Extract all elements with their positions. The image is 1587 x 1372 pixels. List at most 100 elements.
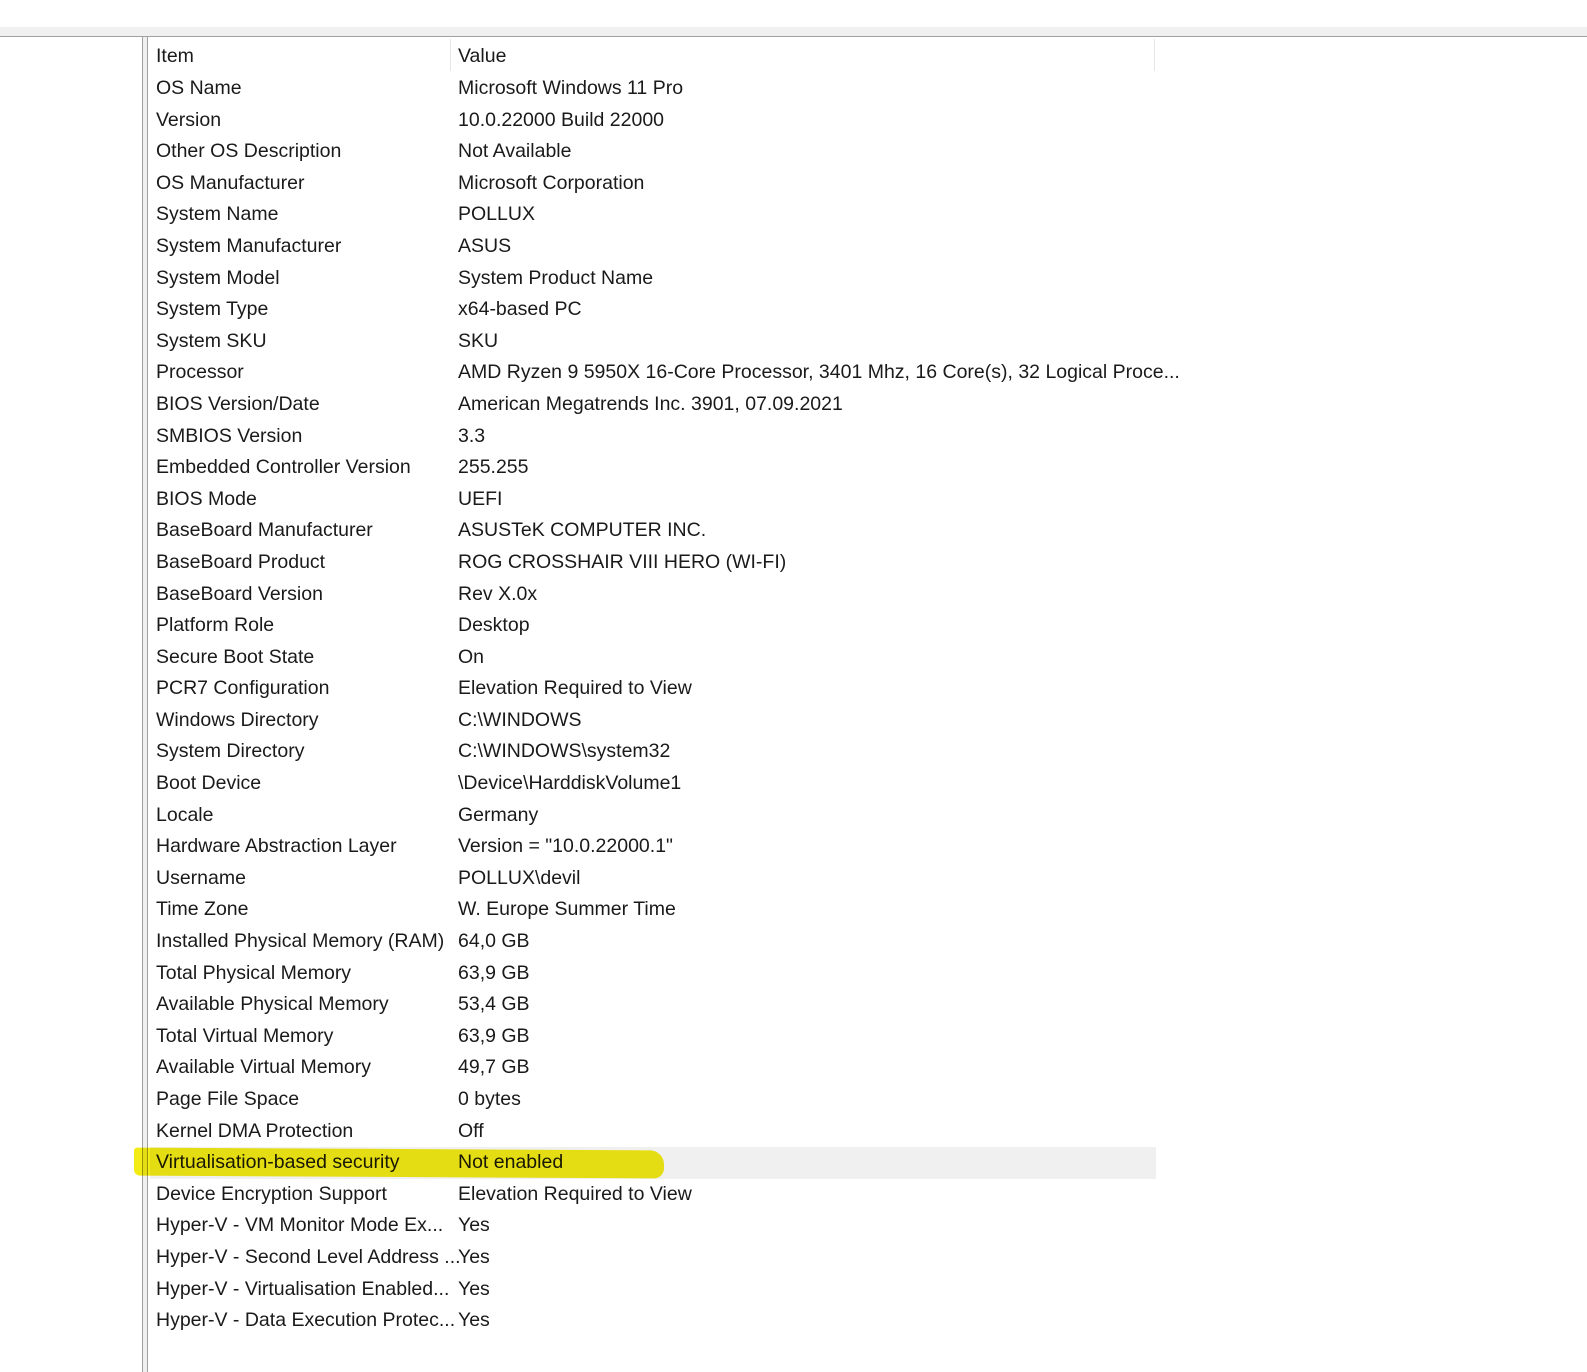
- row-item: System Directory: [156, 740, 305, 763]
- window-top: [0, 0, 1587, 27]
- row-item: Available Virtual Memory: [156, 1056, 371, 1079]
- table-row[interactable]: Windows Directory C:\WINDOWS: [150, 705, 1156, 737]
- table-row[interactable]: BaseBoard Manufacturer ASUSTeK COMPUTER I…: [150, 515, 1156, 547]
- table-row[interactable]: Available Physical Memory 53,4 GB: [150, 989, 1156, 1021]
- row-item: Installed Physical Memory (RAM): [156, 930, 445, 953]
- row-item: Hyper-V - Data Execution Protec...: [156, 1309, 456, 1332]
- row-item: Time Zone: [156, 898, 249, 921]
- row-value: W. Europe Summer Time: [458, 898, 676, 921]
- row-value: Yes: [458, 1245, 490, 1268]
- table-row[interactable]: Locale Germany: [150, 800, 1156, 832]
- table-row[interactable]: OS Manufacturer Microsoft Corporation: [150, 168, 1156, 200]
- table-row[interactable]: BaseBoard Product ROG CROSSHAIR VIII HERO…: [150, 547, 1156, 579]
- row-value: 255.255: [458, 456, 529, 479]
- row-value: Rev X.0x: [458, 582, 538, 605]
- table-row[interactable]: Boot Device \Device\HarddiskVolume1: [150, 768, 1156, 800]
- category-tree-pane[interactable]: [0, 37, 142, 1372]
- row-item: Processor: [156, 361, 244, 384]
- table-row[interactable]: Installed Physical Memory (RAM) 64,0 GB: [150, 926, 1156, 958]
- row-value: \Device\HarddiskVolume1: [458, 772, 682, 795]
- row-value: Yes: [458, 1309, 490, 1332]
- row-value: ASUSTeK COMPUTER INC.: [458, 519, 707, 542]
- table-row[interactable]: Page File Space 0 bytes: [150, 1084, 1156, 1116]
- row-item: Version: [156, 108, 222, 131]
- row-value: Germany: [458, 803, 539, 826]
- toolbar-strip: [0, 27, 1587, 37]
- table-row[interactable]: System SKU SKU: [150, 326, 1156, 358]
- row-item: BaseBoard Product: [156, 550, 326, 573]
- row-item: BaseBoard Version: [156, 582, 323, 605]
- table-row[interactable]: Hyper-V - Virtualisation Enabled... Yes: [150, 1274, 1156, 1306]
- table-row[interactable]: BIOS Mode UEFI: [150, 484, 1156, 516]
- row-item: Total Virtual Memory: [156, 1024, 334, 1047]
- row-item: Platform Role: [156, 614, 275, 637]
- table-row[interactable]: BaseBoard Version Rev X.0x: [150, 579, 1156, 611]
- row-value: Microsoft Windows 11 Pro: [458, 77, 684, 99]
- table-row[interactable]: System Name POLLUX: [150, 199, 1156, 231]
- table-row[interactable]: SMBIOS Version 3.3: [150, 421, 1156, 453]
- row-item: PCR7 Configuration: [156, 677, 330, 700]
- table-row[interactable]: OS Name Microsoft Windows 11 Pro: [150, 73, 1156, 105]
- row-item: System Type: [156, 298, 269, 321]
- row-value: 63,9 GB: [458, 1024, 530, 1047]
- row-value: 3.3: [458, 424, 486, 447]
- row-value: 53,4 GB: [458, 993, 530, 1016]
- row-value: AMD Ryzen 9 5950X 16-Core Processor, 340…: [458, 361, 1180, 384]
- row-item: OS Name: [156, 77, 242, 99]
- row-item: Hyper-V - VM Monitor Mode Ex...: [156, 1214, 444, 1237]
- row-value: Yes: [458, 1277, 490, 1300]
- table-row[interactable]: Secure Boot State On: [150, 642, 1156, 674]
- row-value: Elevation Required to View: [458, 1182, 692, 1205]
- table-row[interactable]: Hyper-V - Data Execution Protec... Yes: [150, 1305, 1156, 1337]
- table-row[interactable]: Other OS Description Not Available: [150, 136, 1156, 168]
- row-item: Windows Directory: [156, 708, 319, 731]
- row-item: BIOS Mode: [156, 487, 257, 510]
- row-item: Hardware Abstraction Layer: [156, 835, 397, 858]
- table-row[interactable]: Embedded Controller Version 255.255: [150, 452, 1156, 484]
- table-row[interactable]: Version 10.0.22000 Build 22000: [150, 105, 1156, 137]
- table-row[interactable]: System Manufacturer ASUS: [150, 231, 1156, 263]
- row-value: 63,9 GB: [458, 961, 530, 984]
- table-row[interactable]: Processor AMD Ryzen 9 5950X 16-Core Proce…: [150, 357, 1180, 389]
- row-value: ROG CROSSHAIR VIII HERO (WI-FI): [458, 550, 787, 573]
- row-value: Not Available: [458, 140, 572, 163]
- table-row[interactable]: Platform Role Desktop: [150, 610, 1156, 642]
- table-row[interactable]: System Model System Product Name: [150, 263, 1156, 295]
- column-divider[interactable]: [450, 39, 451, 71]
- table-row[interactable]: System Type x64-based PC: [150, 294, 1156, 326]
- table-row[interactable]: Time Zone W. Europe Summer Time: [150, 894, 1156, 926]
- row-value: Elevation Required to View: [458, 677, 692, 700]
- row-value: 10.0.22000 Build 22000: [458, 108, 665, 131]
- table-row[interactable]: Total Virtual Memory 63,9 GB: [150, 1021, 1156, 1053]
- row-item: Total Physical Memory: [156, 961, 352, 984]
- table-row[interactable]: Username POLLUX\devil: [150, 863, 1156, 895]
- row-value: UEFI: [458, 487, 503, 510]
- row-item: Available Physical Memory: [156, 993, 389, 1016]
- table-row[interactable]: BIOS Version/Date American Megatrends Inc…: [150, 389, 1156, 421]
- table-row[interactable]: PCR7 Configuration Elevation Required to …: [150, 673, 1156, 705]
- column-divider[interactable]: [1154, 39, 1155, 71]
- column-header-value[interactable]: Value: [458, 45, 506, 68]
- table-row[interactable]: Hyper-V - Second Level Address ... Yes: [150, 1242, 1156, 1274]
- row-item: System SKU: [156, 329, 267, 352]
- column-header-item[interactable]: Item: [156, 45, 194, 68]
- row-value: Off: [458, 1119, 484, 1142]
- row-value: C:\WINDOWS\system32: [458, 740, 671, 763]
- table-row[interactable]: Total Physical Memory 63,9 GB: [150, 958, 1156, 990]
- table-row[interactable]: System Directory C:\WINDOWS\system32: [150, 736, 1156, 768]
- table-row[interactable]: Hardware Abstraction Layer Version = "10.…: [150, 831, 1156, 863]
- table-row[interactable]: Kernel DMA Protection Off: [150, 1116, 1156, 1148]
- row-item: Boot Device: [156, 772, 262, 795]
- table-row[interactable]: Hyper-V - VM Monitor Mode Ex... Yes: [150, 1210, 1156, 1242]
- row-item: Locale: [156, 803, 214, 826]
- row-item: System Manufacturer: [156, 234, 342, 257]
- table-row[interactable]: Device Encryption Support Elevation Requi…: [150, 1179, 1156, 1211]
- table-row[interactable]: Available Virtual Memory 49,7 GB: [150, 1052, 1156, 1084]
- row-value: Version = "10.0.22000.1": [458, 835, 673, 858]
- table-header: Item Value: [150, 37, 1156, 73]
- row-item: OS Manufacturer: [156, 171, 305, 194]
- row-item: BaseBoard Manufacturer: [156, 519, 373, 542]
- row-value: C:\WINDOWS: [458, 708, 582, 731]
- row-item: Username: [156, 866, 246, 889]
- row-item: System Name: [156, 203, 279, 226]
